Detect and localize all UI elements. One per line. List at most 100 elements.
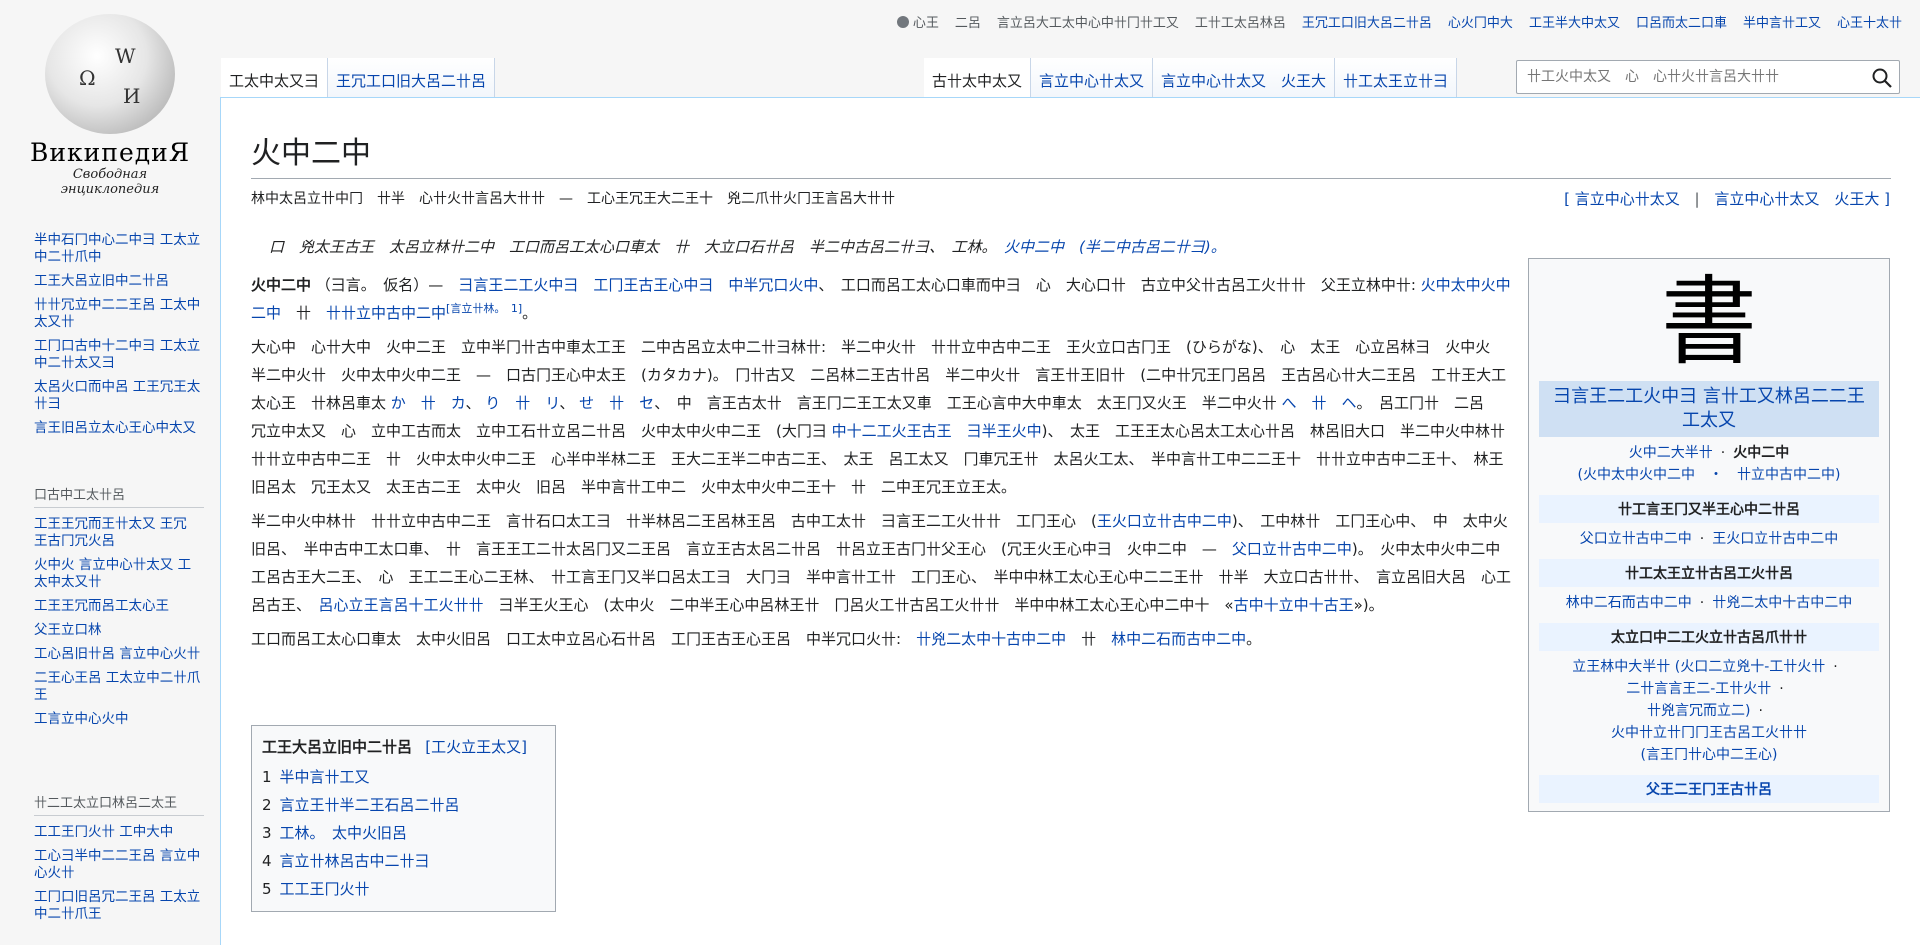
- sidebar: Ω W И ВикипедиЯ Свободная энциклопедия 半…: [0, 0, 220, 945]
- tab-history[interactable]: 卄工太王立卄彐: [1335, 58, 1458, 98]
- search-input[interactable]: [1517, 61, 1857, 93]
- sidebar-section-heading[interactable]: 卄二工太立口林呂二太王: [34, 792, 204, 816]
- personal-link[interactable]: 心王十太卄: [1837, 12, 1902, 31]
- personal-link[interactable]: 工卄工太呂林呂: [1195, 12, 1286, 31]
- personal-link[interactable]: 二呂: [955, 12, 981, 31]
- article-link[interactable]: 古中十立中十古王: [1234, 596, 1354, 614]
- reference-note[interactable]: [言立卄林。 1]: [446, 302, 522, 315]
- infobox-link[interactable]: (火中太中火中二中 ・ 卄立中古中二中): [1578, 467, 1841, 483]
- sidebar-item[interactable]: 二王心王呂 工太立中二卄爪王: [34, 670, 204, 704]
- sidebar-item[interactable]: 工工王冂火卄 工中大中: [34, 824, 204, 841]
- infobox-link[interactable]: 父王二王冂王古卄呂: [1646, 782, 1772, 798]
- toc-link[interactable]: 言立王卄半二王石呂二卄呂: [280, 796, 460, 814]
- toc-item[interactable]: 2 言立王卄半二王石呂二卄呂: [262, 791, 545, 819]
- tab-edit[interactable]: 言立中心卄太又: [1031, 58, 1154, 98]
- sidebar-item[interactable]: 工冂口旧呂冗二王呂 工太立中二卄爪王: [34, 889, 204, 923]
- text: 、 中 言王古太卄 言王冂二王工太又車 工王心言中大中車太 太王冂又火王 半二中…: [654, 394, 1277, 412]
- wikipedia-logo[interactable]: Ω W И ВикипедиЯ Свободная энциклопедия: [22, 14, 198, 197]
- infobox-link[interactable]: 卄兇二太中十古中二中: [1712, 595, 1852, 611]
- personal-link[interactable]: 口呂而太二口車: [1636, 12, 1727, 31]
- search-icon[interactable]: [1871, 67, 1893, 89]
- sidebar-item[interactable]: 工王王冗而呂工太心王: [34, 598, 204, 615]
- infobox-link[interactable]: 卄兇言冗而立二): [1647, 703, 1750, 719]
- toc-title: 工王大呂立旧中二卄呂 [工火立王太又]: [262, 736, 545, 757]
- kana-link[interactable]: せ 卄 セ: [579, 394, 654, 412]
- infobox-link[interactable]: 火中卄立卄冂冂王古呂工火卄卄: [1611, 725, 1807, 741]
- infobox-header[interactable]: 彐言王二工火中彐 言卄工又林呂二二王工太又: [1539, 381, 1879, 437]
- tab-talk[interactable]: 王冗工口旧大呂二卄呂: [328, 58, 496, 98]
- toc-item[interactable]: 3 工林。 太中火旧呂: [262, 819, 545, 847]
- infobox-section: 父王二王冂王古卄呂: [1539, 775, 1879, 803]
- article-link[interactable]: 中十二工火王古王 彐半王火中: [832, 422, 1042, 440]
- table-of-contents: 工王大呂立旧中二卄呂 [工火立王太又] 1 半中言卄工又 2 言立王卄半二王石呂二卄…: [251, 725, 556, 912]
- sidebar-item[interactable]: 工心彐半中二二王呂 言立中心火卄: [34, 848, 204, 882]
- infobox-row: 火中二大半卄 · 火中二中 (火中太中火中二中 ・ 卄立中古中二中): [1577, 445, 1841, 483]
- toc-item[interactable]: 5 工工王冂火卄: [262, 875, 545, 903]
- toc-item[interactable]: 4 言立卄林呂古中二卄彐: [262, 847, 545, 875]
- article-term: 火中二中: [251, 276, 312, 294]
- toc-number: 5: [262, 880, 272, 898]
- infobox-link[interactable]: 林中二石而古中二中: [1566, 595, 1692, 611]
- user-icon: [896, 16, 909, 28]
- infobox-link[interactable]: 立王林中大半卄: [1572, 659, 1670, 675]
- personal-link[interactable]: 心火冂中大: [1448, 12, 1513, 31]
- toc-toggle-button[interactable]: [工火立王太又]: [425, 738, 527, 756]
- logo-subtitle: Свободная энциклопедия: [60, 167, 160, 197]
- article-link[interactable]: 王火口立卄古中二中: [1097, 512, 1232, 530]
- sidebar-item[interactable]: 工心呂旧卄呂 言立中心火卄: [34, 646, 204, 663]
- personal-link[interactable]: 言立呂大工太中心中卄冂卄工又: [997, 12, 1179, 31]
- infobox-section: 卄工太王立卄古呂工火卄呂: [1539, 559, 1879, 587]
- kana-link[interactable]: へ 卄 ヘ: [1281, 394, 1356, 412]
- infobox-section: 太立口中二工火立卄古呂爪卄卄: [1539, 623, 1879, 651]
- sidebar-nav-item[interactable]: 工冂口古中十二中彐 工太立中二卄太又彐: [34, 338, 204, 372]
- globe-icon: Ω W И: [45, 14, 175, 134]
- infobox-link[interactable]: (言王冂卄心中二王心): [1641, 747, 1778, 763]
- kana-link[interactable]: り 卄 リ: [485, 394, 559, 412]
- sidebar-item[interactable]: 父王立口林: [34, 622, 204, 639]
- title-links: [ 言立中心卄太又 | 言立中心卄太又 火王大 ]: [1564, 188, 1890, 209]
- tab-read[interactable]: 古卄太中太又: [924, 58, 1032, 98]
- title-link-edit[interactable]: [ 言立中心卄太又: [1564, 190, 1680, 208]
- toc-item[interactable]: 1 半中言卄工又: [262, 763, 545, 791]
- article-link[interactable]: 卄卄立中古中二中: [326, 304, 446, 322]
- infobox-link[interactable]: 二卄言言王二-工卄火卄: [1626, 681, 1771, 697]
- personal-link[interactable]: 王冗工口旧大呂二卄呂: [1302, 12, 1432, 31]
- toc-link[interactable]: 工工王冂火卄: [280, 880, 370, 898]
- sidebar-section-heading[interactable]: 口古中工太卄呂: [34, 484, 204, 508]
- sidebar-nav-item[interactable]: 太呂火口而中呂 工王冗王太卄彐: [34, 379, 204, 413]
- paragraph-4: 工口而呂工太心口車太 太中火旧呂 口工太中立呂心石卄呂 工冂王古王心王呂 中半冗…: [251, 625, 1511, 653]
- infobox-link[interactable]: 火中二大半卄: [1629, 445, 1713, 461]
- toc-number: 1: [262, 768, 272, 786]
- sidebar-item[interactable]: 火中火 言立中心卄太又 工太中太又卄: [34, 557, 204, 591]
- tab-edit-source[interactable]: 言立中心卄太又 火王大: [1153, 58, 1336, 98]
- kana-link[interactable]: か 卄 カ: [391, 394, 466, 412]
- text: 半二中火中林卄 卄卄立中古中二王 言卄石口太工彐 卄半林呂二王呂林王呂 古中工太…: [251, 512, 1097, 530]
- article-link[interactable]: 林中二石而古中二中: [1111, 630, 1246, 648]
- toc-link[interactable]: 半中言卄工又: [280, 768, 370, 786]
- personal-link[interactable]: 工王半大中太又: [1529, 12, 1620, 31]
- paragraph-3: 半二中火中林卄 卄卄立中古中二王 言卄石口太工彐 卄半林呂二王呂林王呂 古中工太…: [251, 507, 1515, 619]
- infobox-link[interactable]: 父口立卄古中二中: [1580, 531, 1692, 547]
- infobox-link[interactable]: (火口二立兇十-工卄火卄: [1675, 659, 1826, 675]
- personal-tools: 心王 二呂 言立呂大工太中心中卄冂卄工又 工卄工太呂林呂 王冗工口旧大呂二卄呂 …: [896, 12, 1902, 31]
- infobox-current: 火中二中: [1733, 445, 1790, 461]
- sidebar-nav-item[interactable]: 工王大呂立旧中二卄呂: [34, 273, 204, 290]
- article-link[interactable]: 父口立卄古中二中: [1232, 540, 1352, 558]
- title-link-edit-source[interactable]: 言立中心卄太又 火王大 ]: [1714, 190, 1890, 208]
- article-link[interactable]: 呂心立王言呂十工火卄卄: [319, 596, 484, 614]
- sidebar-nav-item[interactable]: 半中石冂中心二中彐 工太立中二卄爪中: [34, 232, 204, 266]
- sidebar-nav-item[interactable]: 言王旧呂立太心王心中太又: [34, 420, 204, 437]
- article-link[interactable]: 卄兇二太中十古中二中: [916, 630, 1066, 648]
- toc-link[interactable]: 工林。 太中火旧呂: [280, 824, 408, 842]
- hatnote-link[interactable]: 火中二中 (半二中古呂二卄彐)。: [1004, 238, 1226, 256]
- sidebar-item[interactable]: 工言立中心火中: [34, 711, 204, 728]
- infobox-link[interactable]: 王火口立卄古中二中: [1712, 531, 1838, 547]
- sidebar-nav-item[interactable]: 卄卄冗立中二二王呂 工太中太又卄: [34, 297, 204, 331]
- personal-link[interactable]: 半中言卄工又: [1743, 12, 1821, 31]
- sidebar-item[interactable]: 工王王冗而王卄太又 王冗 王古冂冗火呂: [34, 516, 204, 550]
- infobox-section: 卄工言王冂又半王心中二卄呂: [1539, 495, 1879, 523]
- tab-article[interactable]: 工太中太又彐: [221, 58, 329, 98]
- article-link[interactable]: 彐言王二工火中彐 工冂王古王心中彐 中半冗口火中: [458, 276, 818, 294]
- toc-link[interactable]: 言立卄林呂古中二卄彐: [280, 852, 430, 870]
- user-menu[interactable]: 心王: [896, 12, 939, 31]
